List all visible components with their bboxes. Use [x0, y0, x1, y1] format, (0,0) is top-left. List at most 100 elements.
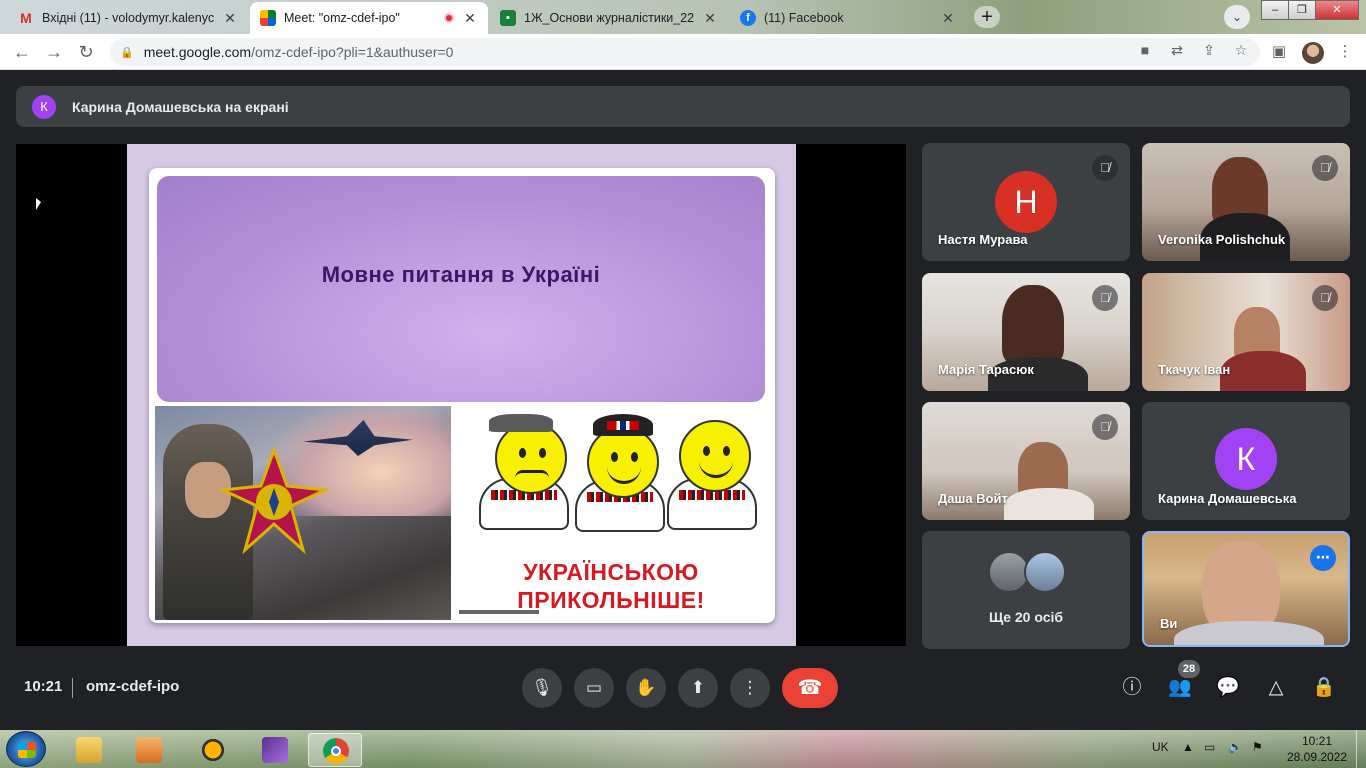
profile-avatar[interactable] — [1302, 42, 1324, 64]
reload-button[interactable]: ↻ — [74, 40, 98, 64]
meet-icon — [260, 10, 276, 26]
eye — [703, 446, 710, 456]
lock-icon: 🔒 — [120, 46, 134, 59]
smileys-image: УКРАЇНСЬКОЮ ПРИКОЛЬНІШЕ! — [453, 406, 769, 620]
close-icon[interactable]: ✕ — [940, 10, 956, 27]
taskbar-media-player[interactable] — [122, 733, 176, 767]
mic-off-icon: 🎙̸ — [1092, 285, 1118, 311]
participant-name: Карина Домашевська — [1158, 491, 1297, 506]
gmail-icon: M — [20, 10, 32, 26]
taskbar-explorer[interactable] — [62, 733, 116, 767]
presenting-banner: К Карина Домашевська на екрані — [16, 86, 1350, 127]
camera-icon: ▭ — [585, 678, 603, 697]
present-screen-button[interactable]: ⬆ — [678, 668, 718, 708]
eye — [723, 446, 730, 456]
camera-icon[interactable]: ■ — [1136, 42, 1154, 59]
translate-icon[interactable]: ⇄ — [1168, 42, 1186, 59]
more-participants-label: Ще 20 осіб — [988, 609, 1064, 625]
browser-toolbar: ← → ↻ 🔒 meet.google.com/omz-cdef-ipo?pli… — [0, 34, 1366, 70]
maximize-button[interactable]: ❐ — [1288, 0, 1316, 20]
more-options-button[interactable]: ⋮ — [730, 668, 770, 708]
network-icon[interactable]: ▭ — [1204, 740, 1215, 754]
meeting-info-button[interactable]: ⓘ — [1118, 674, 1146, 702]
presenter-avatar: К — [32, 94, 56, 119]
tab-classroom[interactable]: ▪ 1Ж_Основи журналістики_22 ✕ — [490, 2, 728, 34]
windows-logo-icon — [18, 742, 36, 758]
taskbar-date: 28.09.2022 — [1286, 750, 1348, 764]
participant-video-body — [1220, 351, 1306, 391]
tab-title: Meet: "omz-cdef-ipo" — [284, 11, 400, 25]
action-center-flag-icon[interactable]: ⚑ — [1252, 740, 1263, 754]
tab-facebook[interactable]: f (11) Facebook ✕ — [730, 2, 966, 34]
eye — [519, 448, 526, 458]
union-flag-band — [607, 421, 639, 430]
mouth — [699, 460, 733, 478]
participant-name: Ткачук Іван — [1158, 362, 1231, 377]
tab-strip: M Вхідні (11) - volodymyr.kalenych@ ✕ Me… — [0, 0, 1366, 34]
ushanka-hat-icon — [489, 414, 553, 432]
participant-tile[interactable]: К Карина Домашевська — [1142, 402, 1350, 520]
slide-scrollbar[interactable] — [459, 610, 539, 614]
participant-tile[interactable]: 🎙̸ Марія Тарасюк — [922, 273, 1130, 391]
participant-tile[interactable]: 🎙̸ Ткачук Іван — [1142, 273, 1350, 391]
participant-name: Ви — [1160, 616, 1178, 631]
show-desktop-button[interactable] — [1356, 730, 1366, 768]
visual-studio-icon — [262, 737, 288, 763]
activities-button[interactable]: △ — [1262, 674, 1290, 702]
people-button[interactable]: 👥 — [1166, 674, 1194, 702]
more-vert-icon: ⋮ — [741, 678, 759, 697]
taskbar-chrome[interactable] — [308, 733, 362, 767]
menu-dots-icon[interactable]: ⋮ — [1334, 42, 1356, 60]
tray-expand-icon[interactable]: ▲ — [1182, 740, 1194, 754]
presentation-area[interactable]: Мовне питання в Україні УКРАЇНСЬКОЮ ПРИК… — [16, 144, 906, 646]
tab-search-button[interactable]: ⌄ — [1224, 5, 1250, 29]
chat-button[interactable]: 💬 — [1214, 674, 1242, 702]
self-view-tile[interactable]: ⋯ Ви — [1142, 531, 1350, 647]
side-panel-icon[interactable]: ▣ — [1268, 42, 1290, 60]
minimize-button[interactable]: – — [1261, 0, 1289, 20]
back-button[interactable]: ← — [10, 40, 34, 64]
taskbar-visual-studio[interactable] — [248, 733, 302, 767]
language-indicator[interactable]: UK — [1152, 740, 1169, 754]
tab-gmail[interactable]: M Вхідні (11) - volodymyr.kalenych@ ✕ — [8, 2, 248, 34]
bowler-hat-icon — [593, 414, 653, 436]
mic-off-icon: 🎙̸ — [1092, 155, 1118, 181]
reload-icon: ↻ — [78, 42, 94, 62]
forward-button[interactable]: → — [42, 40, 66, 64]
camera-button[interactable]: ▭ — [574, 668, 614, 708]
participant-name: Настя Мурава — [938, 232, 1028, 247]
speaking-indicator-icon: ⋯ — [1310, 545, 1336, 571]
slogan-text: УКРАЇНСЬКОЮ ПРИКОЛЬНІШЕ! — [453, 558, 769, 614]
volume-icon[interactable]: 🔈 — [1228, 740, 1243, 754]
participant-tile[interactable]: 🎙̸ Даша Войт — [922, 402, 1130, 520]
hangup-icon: ☎ — [797, 677, 823, 699]
more-participants-tile[interactable]: Ще 20 осіб — [922, 531, 1130, 649]
close-icon[interactable]: ✕ — [222, 10, 238, 27]
raise-hand-button[interactable]: ✋ — [626, 668, 666, 708]
new-tab-button[interactable]: + — [974, 6, 1000, 28]
url-host: meet.google.com — [143, 44, 252, 60]
participant-tile[interactable]: 🎙̸ Veronika Polishchuk — [1142, 143, 1350, 261]
window-close-button[interactable]: ✕ — [1315, 0, 1359, 20]
armed-forces-emblem-icon — [219, 446, 329, 555]
leave-call-button[interactable]: ☎ — [782, 668, 838, 708]
chevron-down-icon: ⌄ — [1231, 10, 1243, 24]
meeting-clock: 10:21 — [24, 678, 63, 695]
share-icon[interactable]: ⇪ — [1200, 42, 1218, 59]
taskbar-clock[interactable]: 10:21 28.09.2022 — [1284, 733, 1350, 765]
start-button[interactable] — [6, 731, 46, 767]
slogan-line-1: УКРАЇНСЬКОЮ — [523, 559, 699, 585]
people-icon: 👥 — [1168, 677, 1192, 698]
close-icon[interactable]: ✕ — [462, 10, 478, 27]
close-icon[interactable]: ✕ — [702, 10, 718, 27]
participant-tile[interactable]: Н 🎙̸ Настя Мурава — [922, 143, 1130, 261]
microphone-button[interactable]: 🎙 — [522, 668, 562, 708]
bookmark-star-icon[interactable]: ☆ — [1232, 42, 1250, 59]
taskbar-app-triangle[interactable] — [186, 733, 240, 767]
address-bar[interactable]: 🔒 meet.google.com/omz-cdef-ipo?pli=1&aut… — [110, 38, 1260, 66]
tab-title: 1Ж_Основи журналістики_22 — [524, 11, 694, 25]
recording-indicator-icon — [444, 13, 454, 23]
host-controls-button[interactable]: 🔒 — [1310, 674, 1338, 702]
tab-meet[interactable]: Meet: "omz-cdef-ipo" ✕ — [250, 2, 488, 34]
presenting-text: Карина Домашевська на екрані — [72, 98, 289, 115]
